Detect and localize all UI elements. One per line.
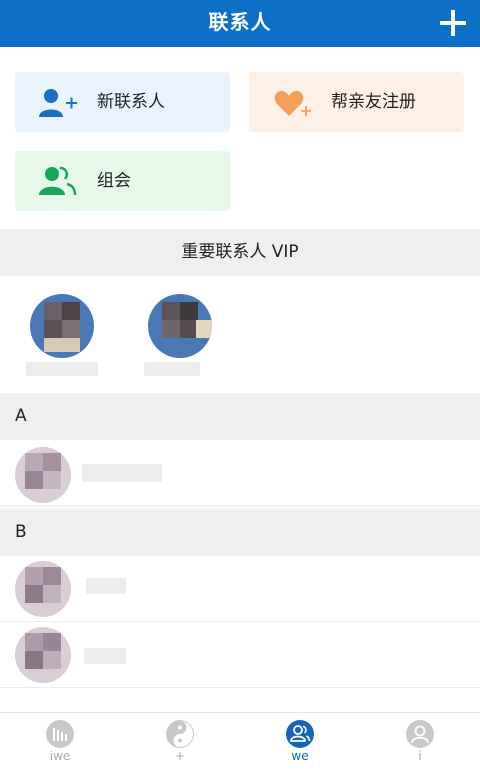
group-meeting-label: 组会 — [97, 171, 131, 191]
tab-iwe[interactable]: iwe — [0, 713, 120, 772]
blurred-name — [144, 362, 200, 376]
blurred-name — [26, 362, 98, 376]
contacts-screen: 联系人 新联系人 帮亲友注册 组会 重要联系人 VIP A B iwe + we… — [0, 0, 480, 772]
group-meeting-button[interactable]: 组会 — [15, 151, 230, 211]
vip-contact[interactable] — [26, 294, 106, 380]
people-icon — [286, 720, 314, 748]
avatar — [148, 294, 212, 358]
avatar — [15, 447, 71, 503]
tab-label: iwe — [49, 749, 71, 763]
blurred-name — [86, 578, 126, 594]
add-person-icon — [39, 89, 77, 117]
avatar — [15, 627, 71, 683]
tab-label: + — [174, 749, 186, 763]
page-title: 联系人 — [208, 10, 272, 34]
contact-row[interactable] — [0, 556, 480, 622]
avatar — [30, 294, 94, 358]
section-header-b: B — [0, 509, 480, 556]
user-icon — [406, 720, 434, 748]
add-contact-plus-icon[interactable] — [440, 10, 466, 36]
blurred-name — [84, 648, 126, 664]
tab-plus[interactable]: + — [120, 713, 240, 772]
yin-yang-icon — [166, 720, 194, 748]
group-people-icon — [39, 166, 77, 196]
vip-section-header: 重要联系人 VIP — [0, 229, 480, 276]
new-contact-button[interactable]: 新联系人 — [15, 72, 230, 132]
app-header: 联系人 — [0, 0, 480, 47]
tab-label: i — [418, 749, 422, 763]
tab-i[interactable]: i — [360, 713, 480, 772]
avatar — [15, 561, 71, 617]
contact-row[interactable] — [0, 622, 480, 688]
heart-plus-icon — [274, 90, 311, 116]
section-header-a: A — [0, 393, 480, 440]
tab-we[interactable]: we — [240, 713, 360, 772]
help-register-button[interactable]: 帮亲友注册 — [249, 72, 464, 132]
tab-label: we — [291, 749, 309, 763]
blurred-name — [82, 464, 162, 482]
bars-icon — [46, 720, 74, 748]
help-register-label: 帮亲友注册 — [331, 92, 416, 112]
contact-row[interactable] — [0, 440, 480, 506]
vip-contact[interactable] — [144, 294, 224, 380]
new-contact-label: 新联系人 — [97, 92, 165, 112]
bottom-tab-bar: iwe + we i — [0, 712, 480, 772]
